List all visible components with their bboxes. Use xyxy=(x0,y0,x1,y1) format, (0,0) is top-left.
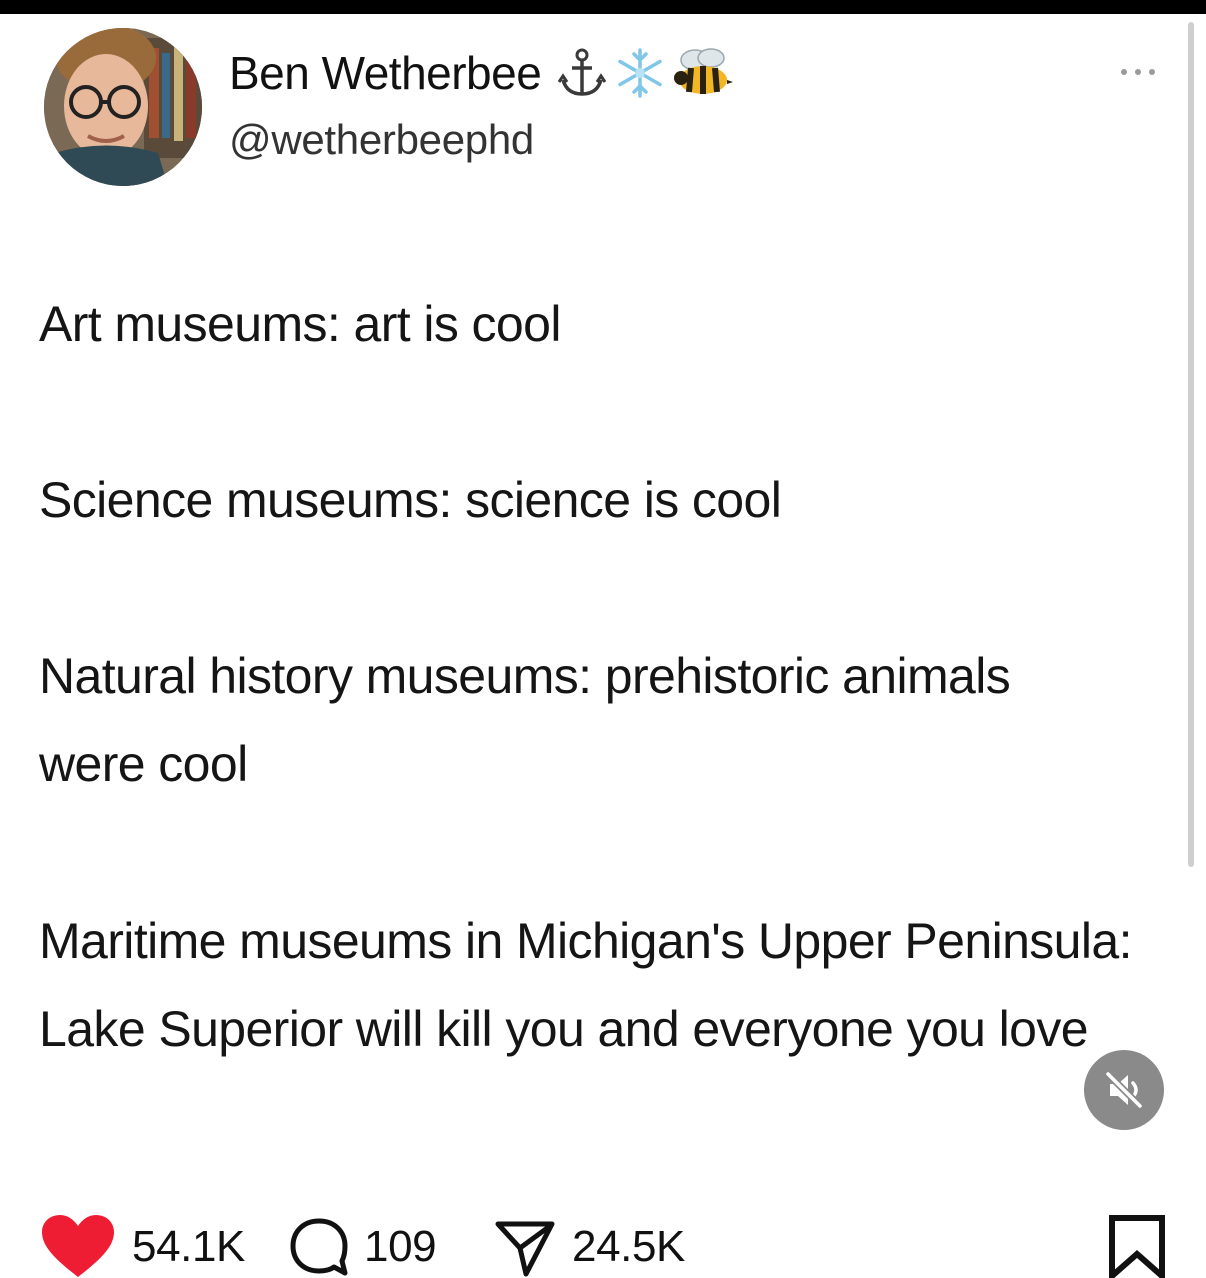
more-dots-icon[interactable] xyxy=(1118,66,1158,78)
share-count: 24.5K xyxy=(572,1222,685,1271)
comment-button[interactable]: 109 xyxy=(288,1212,437,1278)
comment-bubble-icon xyxy=(290,1218,348,1276)
like-button[interactable]: 54.1K xyxy=(42,1212,245,1278)
bookmark-button[interactable] xyxy=(1102,1212,1172,1278)
bookmark-icon xyxy=(1109,1215,1165,1278)
share-button[interactable]: 24.5K xyxy=(494,1212,685,1278)
action-bar: 54.1K 109 24.5K xyxy=(42,1212,1172,1278)
display-name[interactable]: Ben Wetherbee xyxy=(229,46,542,100)
tweet-paragraph: Science museums: science is cool xyxy=(39,472,782,528)
tweet-paragraph: Maritime museums in Michigan's Upper Pen… xyxy=(39,913,1133,1057)
heart-icon xyxy=(42,1215,114,1277)
post-screenshot: Ben Wetherbee @wetherbeephd Art museums:… xyxy=(0,0,1206,1278)
avatar-portrait xyxy=(44,28,202,186)
tweet-paragraph: Natural history museums: prehistoric ani… xyxy=(39,648,1011,792)
like-count: 54.1K xyxy=(132,1222,245,1271)
bee-emoji-icon xyxy=(671,46,734,100)
comment-count: 109 xyxy=(364,1222,437,1271)
name-row: Ben Wetherbee xyxy=(229,46,734,100)
tweet-header: Ben Wetherbee @wetherbeephd xyxy=(44,28,1144,198)
avatar[interactable] xyxy=(44,28,202,186)
user-handle[interactable]: @wetherbeephd xyxy=(229,116,534,164)
scrollbar[interactable] xyxy=(1188,22,1194,867)
muted-speaker-icon xyxy=(1105,1071,1143,1109)
anchor-emoji-icon xyxy=(555,46,609,100)
send-icon xyxy=(495,1221,555,1277)
tweet-paragraph: Art museums: art is cool xyxy=(39,296,561,352)
top-bar xyxy=(0,0,1206,14)
mute-button[interactable] xyxy=(1084,1050,1164,1130)
snowflake-emoji-icon xyxy=(613,46,667,100)
